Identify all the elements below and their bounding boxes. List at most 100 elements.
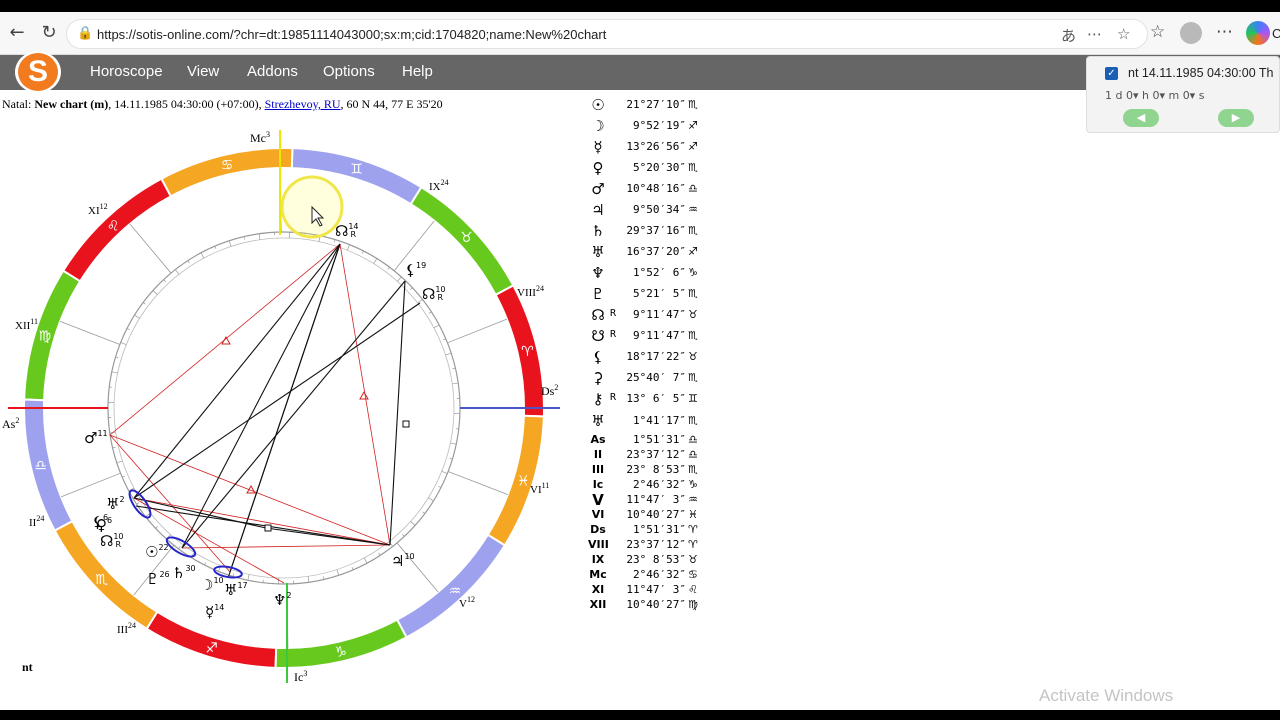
position-sign: ♓ (688, 508, 698, 521)
position-sign: ♉ (688, 553, 698, 566)
settings-menu-icon[interactable]: ⋯ (1216, 22, 1233, 42)
degree-tick (136, 502, 140, 505)
ds-label: Ds2 (541, 383, 558, 398)
position-degree: 1°52′ 6″ (633, 266, 686, 279)
degree-tick (258, 233, 261, 240)
position-row: VI 10°40′27″ ♓ (588, 508, 718, 522)
house-cusp-line (129, 223, 172, 274)
house-cusp-line (60, 320, 121, 345)
aspect-line (135, 505, 391, 546)
time-step-fields[interactable]: 1 d 0▾ h 0▾ m 0▾ s (1105, 89, 1204, 102)
degree-tick (441, 470, 448, 474)
degree-tick (438, 485, 442, 488)
degree-tick (346, 244, 350, 251)
position-degree: 23°37′12″ (626, 538, 686, 551)
chart-prefix: Natal: (2, 97, 32, 111)
position-glyph: ☉ (591, 96, 605, 114)
position-row: ♂ 10°48′16″ ♎ (588, 180, 718, 198)
position-degree: 9°52′19″ (633, 119, 686, 132)
position-row: XI 11°47′ 3″ ♌ (588, 583, 718, 597)
address-bar[interactable]: 🔒 https://sotis-online.com/?chr=dt:19851… (66, 19, 1148, 49)
favorites-icon[interactable]: ☆ (1150, 22, 1165, 42)
degree-tick (111, 371, 118, 374)
position-glyph: ♄ (591, 222, 605, 240)
position-degree: 13°26′56″ (626, 140, 686, 153)
menu-options[interactable]: Options (323, 63, 375, 80)
inner-circle (107, 231, 461, 585)
back-icon[interactable]: ← (6, 22, 28, 44)
more-options-icon[interactable]: ⋯ (1087, 25, 1102, 43)
bottom-left-label: nt (22, 660, 33, 674)
url-text[interactable]: https://sotis-online.com/?chr=dt:1985111… (97, 27, 606, 42)
position-degree: 23° 8′53″ (626, 553, 686, 566)
copilot-icon[interactable] (1246, 21, 1270, 45)
house-number-label: VI11 (530, 481, 549, 496)
position-sign: ♎ (688, 448, 698, 461)
natal-chart-wheel[interactable]: ♈♉♊♋♌♍♎♏♐ ♑♒♓Mc3Ic3As2Ds2IX24VIII24VI11V1… (0, 120, 570, 690)
menu-addons[interactable]: Addons (247, 63, 298, 80)
position-sign: ♑ (688, 266, 698, 279)
as-label: As2 (2, 416, 19, 431)
position-row: III 23° 8′53″ ♏ (588, 463, 718, 477)
position-glyph: Ds (590, 523, 606, 536)
degree-tick (428, 311, 432, 314)
screen-top-strip (0, 0, 1280, 12)
degree-tick (152, 290, 158, 295)
position-sign: ♏ (688, 329, 698, 342)
position-degree: 10°40′27″ (626, 508, 686, 521)
zodiac-sign-glyph: ♊ (350, 162, 363, 178)
position-glyph: Ic (592, 478, 604, 491)
aspect-line (181, 243, 341, 549)
menu-view[interactable]: View (187, 63, 219, 80)
position-sign: ♍ (688, 598, 698, 611)
position-degree: 2°46′32″ (633, 568, 686, 581)
position-degree: 13° 6′ 5″ (626, 392, 686, 405)
planet-glyph: ☊14 R (335, 222, 359, 240)
position-glyph: V (592, 491, 604, 509)
degree-tick (336, 569, 340, 576)
position-row: ☉ 21°27′10″ ♏ (588, 96, 718, 114)
position-glyph: ♅ (591, 412, 605, 430)
position-sign: ♏ (688, 287, 698, 300)
position-row: ♄ 29°37′16″ ♏ (588, 222, 718, 240)
refresh-icon[interactable]: ↻ (38, 22, 60, 44)
chart-header: Natal: New chart (m), 14.11.1985 04:30:0… (2, 97, 443, 112)
favorite-star-icon[interactable]: ☆ (1117, 25, 1130, 43)
planet-glyph: ⚸19 (405, 261, 426, 279)
house-number-label: XI12 (88, 202, 108, 217)
planet-glyph: ♃10 (391, 552, 415, 570)
position-row: Ds 1°51′31″ ♈ (588, 523, 718, 537)
time-control-panel: ✓ nt 14.11.1985 04:30:00 Th 1 d 0▾ h 0▾ … (1086, 56, 1280, 133)
degree-tick (175, 269, 180, 275)
planet-glyph: ☊10 R (422, 285, 446, 303)
position-degree: 16°37′20″ (626, 245, 686, 258)
degree-tick (428, 497, 434, 502)
zodiac-sign-band (23, 269, 82, 402)
step-forward-button[interactable]: ▶ (1218, 109, 1254, 127)
degree-tick (187, 260, 190, 264)
position-sign: ♒ (688, 493, 698, 506)
position-glyph: ☋ (591, 327, 605, 345)
sotis-logo[interactable]: S (15, 51, 61, 93)
position-glyph: ⚷ (592, 390, 604, 408)
degree-tick (126, 328, 130, 331)
lock-icon[interactable]: 🔒 (77, 26, 93, 41)
profile-avatar[interactable] (1180, 22, 1202, 44)
house-number-label: III24 (117, 621, 136, 636)
degree-tick (134, 314, 140, 319)
translate-icon[interactable]: あ (1061, 25, 1076, 46)
position-degree: 10°40′27″ (626, 598, 686, 611)
place-link[interactable]: Strezhevoy, RU (265, 97, 341, 111)
position-glyph: ⚳ (592, 369, 604, 387)
chart-checkbox[interactable]: ✓ (1105, 67, 1118, 80)
position-degree: 9°11′47″ (633, 329, 686, 342)
position-sign: ♏ (688, 463, 698, 476)
position-degree: 9°11′47″ (633, 308, 686, 321)
position-glyph: ♂ (591, 180, 605, 198)
position-sign: ♈ (688, 538, 698, 551)
copilot-label[interactable]: Co (1272, 26, 1280, 41)
menu-horoscope[interactable]: Horoscope (90, 63, 163, 80)
menu-help[interactable]: Help (402, 63, 433, 80)
degree-tick (120, 342, 127, 346)
step-back-button[interactable]: ◀ (1123, 109, 1159, 127)
